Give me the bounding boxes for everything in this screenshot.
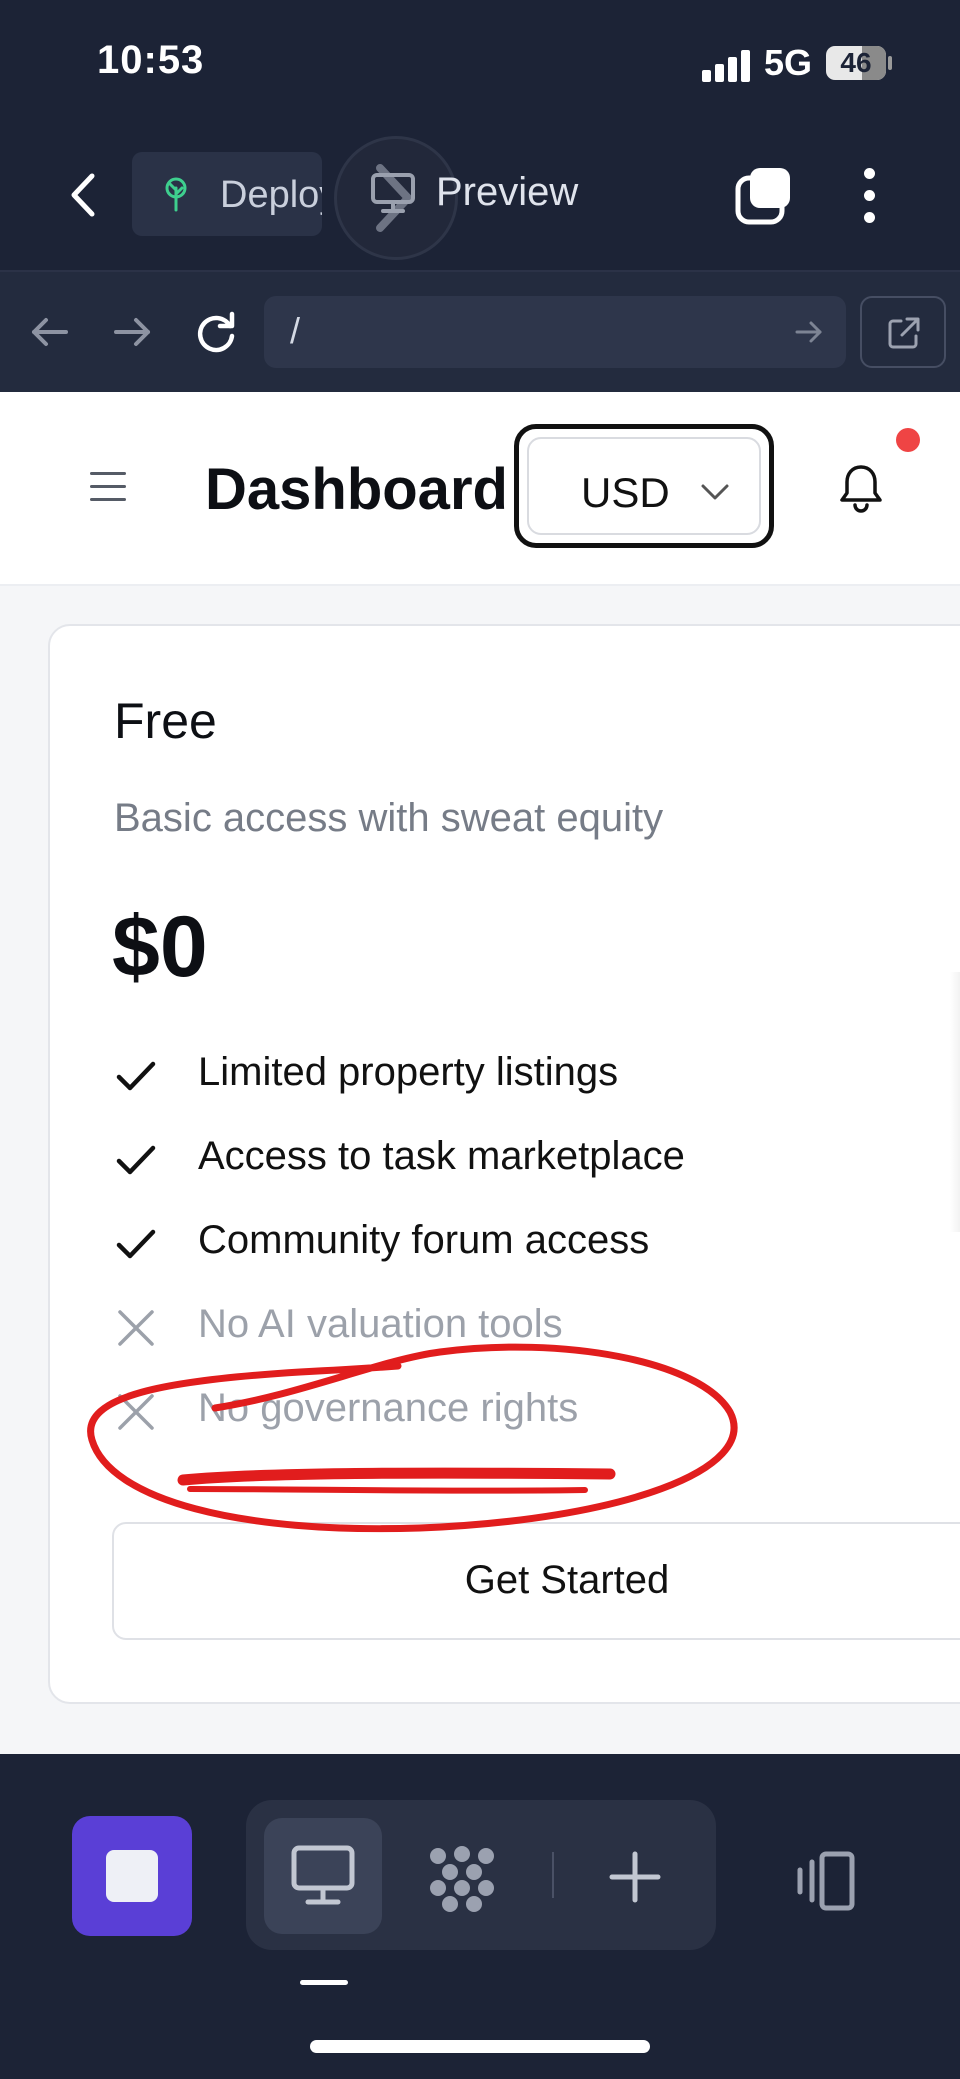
plan-card: Free Basic access with sweat equity $0 L… xyxy=(48,624,960,1704)
get-started-button[interactable]: Get Started xyxy=(112,1522,960,1640)
currency-value: USD xyxy=(581,469,670,516)
home-indicator[interactable] xyxy=(310,2040,650,2053)
feature-text: Limited property listings xyxy=(198,1050,619,1094)
check-icon xyxy=(116,1061,156,1091)
battery-level: 46 xyxy=(840,47,872,78)
plus-icon[interactable] xyxy=(608,1850,662,1904)
open-external-button[interactable] xyxy=(860,296,946,368)
chevron-down-icon xyxy=(701,484,729,500)
currency-select[interactable]: USD xyxy=(514,424,774,548)
check-icon xyxy=(116,1229,156,1259)
x-icon xyxy=(118,1394,154,1430)
feature-text: No governance rights xyxy=(198,1386,579,1430)
url-input[interactable]: / xyxy=(264,296,846,368)
get-started-label: Get Started xyxy=(464,1558,670,1602)
desktop-mode-button[interactable] xyxy=(264,1818,382,1934)
tab-preview-label: Preview xyxy=(436,170,579,214)
arrow-left-icon[interactable] xyxy=(24,306,76,358)
status-bar: 10:53 5G 46 xyxy=(0,0,960,120)
view-mode-group xyxy=(246,1800,716,1950)
feature-text: Community forum access xyxy=(198,1218,650,1262)
external-link-icon xyxy=(888,317,920,349)
reload-icon[interactable] xyxy=(190,306,242,358)
page-viewport: Dashboard USD Free Basic access with swe… xyxy=(0,392,960,1754)
page-title: Dashboard xyxy=(205,457,508,522)
feature-item: No AI valuation tools xyxy=(114,1298,960,1358)
app-top-bar: Deploy Preview xyxy=(0,120,960,270)
network-type: 5G xyxy=(764,42,813,83)
grid-dots-icon[interactable] xyxy=(426,1844,498,1916)
battery-icon: 46 xyxy=(826,46,886,80)
tab-deploy-label: Deploy xyxy=(220,174,322,216)
x-icon xyxy=(118,1310,154,1346)
plan-description: Basic access with sweat equity xyxy=(114,796,664,840)
tab-deploy[interactable]: Deploy xyxy=(132,152,322,236)
arrow-right-icon[interactable] xyxy=(106,306,158,358)
stop-button[interactable] xyxy=(72,1816,192,1936)
feature-item: Community forum access xyxy=(114,1214,960,1274)
more-vertical-icon[interactable] xyxy=(860,166,880,226)
feature-text: No AI valuation tools xyxy=(198,1302,563,1346)
feature-text: Access to task marketplace xyxy=(198,1134,685,1178)
active-indicator xyxy=(300,1980,348,1985)
battery-nub xyxy=(888,56,892,70)
tabs-icon[interactable] xyxy=(734,166,794,226)
bell-icon[interactable] xyxy=(838,462,884,514)
feature-item: Limited property listings xyxy=(114,1046,960,1106)
notification-dot xyxy=(896,428,920,452)
stop-icon xyxy=(106,1850,158,1902)
plan-price: $0 xyxy=(112,899,208,995)
status-time: 10:53 xyxy=(97,38,205,82)
chevron-left-icon[interactable] xyxy=(64,170,104,220)
feature-item: No governance rights xyxy=(114,1382,960,1442)
plan-name: Free xyxy=(114,693,217,749)
page-header: Dashboard USD xyxy=(0,392,960,586)
feature-item: Access to task marketplace xyxy=(114,1130,960,1190)
monitor-icon xyxy=(371,173,415,213)
scroll-edge xyxy=(950,972,960,1232)
check-icon xyxy=(116,1145,156,1175)
browser-bar: / xyxy=(0,272,960,392)
signal-icon xyxy=(702,48,752,82)
menu-icon[interactable] xyxy=(90,472,126,502)
url-text: / xyxy=(290,310,301,351)
divider xyxy=(552,1852,554,1898)
sprout-icon xyxy=(165,177,187,212)
bottom-toolbar xyxy=(0,1754,960,2079)
arrow-right-icon[interactable] xyxy=(794,318,824,346)
rotate-device-icon[interactable] xyxy=(792,1850,862,1912)
monitor-icon xyxy=(291,1845,355,1905)
